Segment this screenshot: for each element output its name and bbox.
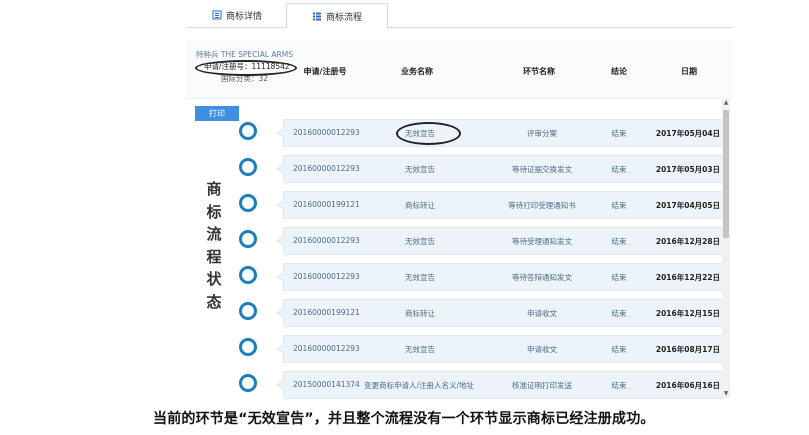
column-header-id: 申请/注册号 <box>303 67 347 76</box>
cell-step: 评审分案 <box>527 129 557 138</box>
document-icon <box>212 10 222 20</box>
cell-date: 2017年05月04日 <box>655 129 721 138</box>
timeline-node <box>239 266 257 284</box>
cell-result: 结束 <box>611 381 627 390</box>
cell-id: 20160000012293 <box>293 344 360 353</box>
scroll-down-icon[interactable]: ▼ <box>722 390 730 397</box>
cell-date: 2016年08月17日 <box>655 345 721 354</box>
business-highlight-oval <box>396 122 461 145</box>
cell-business: 无效宣告 <box>405 165 435 174</box>
cell-date: 2017年04月05日 <box>655 201 721 210</box>
table-row[interactable]: 20160000012293 无效宣告 等待证据交换发文 结束 2017年05月… <box>276 155 725 183</box>
cell-step: 等待受理通知发文 <box>512 237 572 246</box>
list-icon <box>312 12 321 21</box>
cell-id: 20160000012293 <box>293 164 360 173</box>
tab-label: 商标流程 <box>325 12 362 23</box>
column-header-result: 结论 <box>611 67 627 76</box>
timeline-node <box>239 194 257 212</box>
caption-text: 当前的环节是“无效宣告”，并且整个流程没有一个环节显示商标已经注册成功。 <box>153 411 655 427</box>
cell-date: 2016年12月28日 <box>655 237 721 246</box>
column-header-date: 日期 <box>681 67 697 76</box>
column-header-step: 环节名称 <box>523 67 555 76</box>
table-row[interactable]: 20160000012293 无效宣告 申请收文 结束 2016年08月17日 <box>276 335 725 363</box>
tab-trademark-detail[interactable]: 商标详情 <box>212 3 262 27</box>
title-char: 标 <box>206 202 222 221</box>
title-char: 态 <box>206 292 222 311</box>
cell-step: 等待证据交换发文 <box>512 165 572 174</box>
cell-date: 2016年06月16日 <box>655 381 721 390</box>
column-header-business: 业务名称 <box>401 67 433 76</box>
cell-date: 2016年12月22日 <box>655 273 721 282</box>
tab-bar: 商标详情 商标流程 <box>186 0 733 29</box>
scroll-up-icon[interactable]: ▲ <box>722 99 730 106</box>
trademark-app: 商标详情 商标流程 特种兵 THE SPECIAL ARMS 申请/注册号：11… <box>186 0 733 400</box>
tab-label: 商标详情 <box>226 11 263 22</box>
cell-business: 商标转让 <box>405 201 435 210</box>
print-button[interactable]: 打印 <box>195 106 239 121</box>
registration-highlight-oval <box>195 60 297 76</box>
tab-trademark-flow[interactable]: 商标流程 <box>286 3 388 29</box>
cell-business: 商标转让 <box>405 309 435 318</box>
cell-date: 2017年05月03日 <box>655 165 721 174</box>
timeline-node <box>239 338 257 356</box>
cell-step: 等待答辩通知发文 <box>512 273 572 282</box>
cell-business: 变更商标申请人/注册人名义/地址 <box>363 381 475 390</box>
timeline-node <box>239 302 257 320</box>
cell-step: 申请收文 <box>527 309 557 318</box>
cell-step: 申请收文 <box>527 345 557 354</box>
table-row[interactable]: 20160000199121 商标转让 等待打印受理通知书 结束 2017年04… <box>276 191 725 219</box>
table-row[interactable]: 20150000141374 变更商标申请人/注册人名义/地址 核准证明打印发送… <box>276 371 725 399</box>
title-char: 商 <box>206 180 222 198</box>
cell-id: 20150000141374 <box>293 380 360 389</box>
cell-business: 无效宣告 <box>405 273 435 282</box>
cell-id: 20160000012293 <box>293 236 360 245</box>
cell-result: 结束 <box>611 237 627 246</box>
cell-step: 核准证明打印发送 <box>512 381 572 390</box>
title-char: 状 <box>206 270 222 288</box>
table-row[interactable]: 20160000012293 无效宣告 评审分案 结束 2017年05月04日 <box>276 119 725 147</box>
cell-step: 等待打印受理通知书 <box>508 201 576 210</box>
cell-id: 20160000012293 <box>293 128 360 137</box>
cell-result: 结束 <box>611 309 627 318</box>
cell-result: 结束 <box>611 273 627 282</box>
title-char: 程 <box>206 247 222 266</box>
timeline-node <box>239 230 257 248</box>
title-char: 流 <box>206 225 222 243</box>
flow-status-title: 商 标 流 程 状 态 <box>204 178 224 313</box>
cell-result: 结束 <box>611 201 627 210</box>
cell-result: 结束 <box>611 345 627 354</box>
table-row[interactable]: 20160000012293 无效宣告 等待受理通知发文 结束 2016年12月… <box>276 227 725 255</box>
cell-business: 无效宣告 <box>405 345 435 354</box>
cell-id: 20160000199121 <box>293 308 360 317</box>
cell-date: 2016年12月15日 <box>655 309 721 318</box>
cell-id: 20160000012293 <box>293 272 360 281</box>
scrollbar-thumb[interactable] <box>723 110 729 238</box>
cell-result: 结束 <box>611 129 627 138</box>
table-row[interactable]: 20160000012293 无效宣告 等待答辩通知发文 结束 2016年12月… <box>276 263 725 291</box>
cell-id: 20160000199121 <box>293 200 360 209</box>
cell-result: 结束 <box>611 165 627 174</box>
cell-business: 无效宣告 <box>405 237 435 246</box>
timeline-node <box>239 122 257 140</box>
table-row[interactable]: 20160000199121 商标转让 申请收文 结束 2016年12月15日 <box>276 299 725 327</box>
timeline-node <box>239 374 257 392</box>
timeline-node <box>239 158 257 176</box>
